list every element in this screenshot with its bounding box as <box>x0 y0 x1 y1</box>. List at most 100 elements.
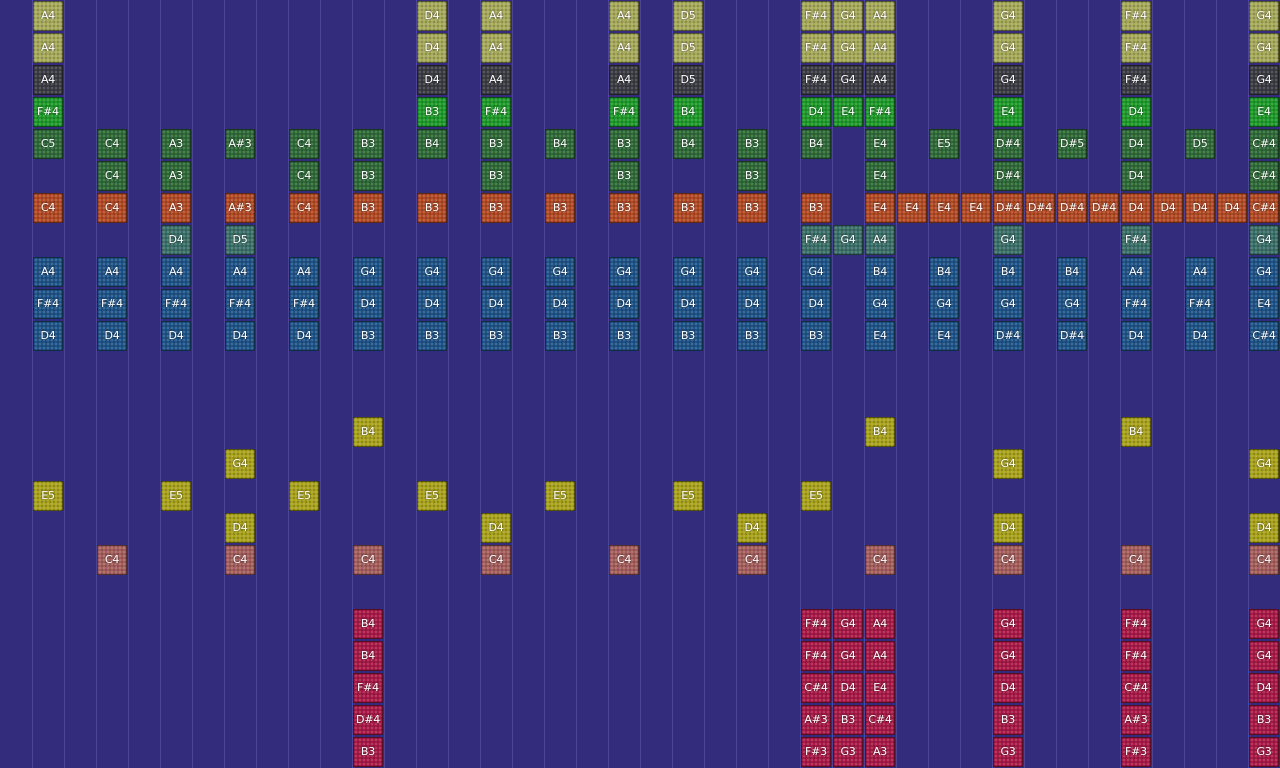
note-block[interactable]: E5 <box>161 481 191 511</box>
note-block[interactable]: D4 <box>225 513 255 543</box>
note-block[interactable]: C4 <box>225 545 255 575</box>
note-block[interactable]: D#4 <box>993 129 1023 159</box>
note-block[interactable]: F#4 <box>801 1 831 31</box>
note-block[interactable]: G4 <box>929 289 959 319</box>
note-block[interactable]: A4 <box>865 33 895 63</box>
note-block[interactable]: G4 <box>993 225 1023 255</box>
note-block[interactable]: C4 <box>481 545 511 575</box>
note-block[interactable]: D4 <box>161 321 191 351</box>
note-block[interactable]: A4 <box>1185 257 1215 287</box>
note-block[interactable]: A4 <box>865 1 895 31</box>
note-block[interactable]: D5 <box>673 33 703 63</box>
note-block[interactable]: B4 <box>353 417 383 447</box>
note-block[interactable]: D#4 <box>993 321 1023 351</box>
note-block[interactable]: B3 <box>737 129 767 159</box>
note-block[interactable]: G4 <box>1249 641 1279 671</box>
note-block[interactable]: B3 <box>609 129 639 159</box>
note-block[interactable]: B3 <box>353 129 383 159</box>
note-block[interactable]: B3 <box>609 161 639 191</box>
note-block[interactable]: A#3 <box>225 193 255 223</box>
note-block[interactable]: G4 <box>865 289 895 319</box>
note-block[interactable]: D5 <box>673 65 703 95</box>
note-block[interactable]: G4 <box>1249 609 1279 639</box>
note-block[interactable]: A4 <box>609 1 639 31</box>
note-block[interactable]: A3 <box>161 193 191 223</box>
note-block[interactable]: D#4 <box>1025 193 1055 223</box>
note-block[interactable]: B3 <box>481 129 511 159</box>
note-block[interactable]: E5 <box>545 481 575 511</box>
note-block[interactable]: B4 <box>353 609 383 639</box>
note-block[interactable]: E4 <box>865 673 895 703</box>
note-block[interactable]: D4 <box>1121 129 1151 159</box>
note-block[interactable]: B3 <box>353 737 383 767</box>
note-block[interactable]: C#4 <box>1249 161 1279 191</box>
note-block[interactable]: C4 <box>865 545 895 575</box>
note-block[interactable]: G4 <box>481 257 511 287</box>
note-block[interactable]: E4 <box>929 321 959 351</box>
note-block[interactable]: G4 <box>993 33 1023 63</box>
note-block[interactable]: G3 <box>833 737 863 767</box>
note-block[interactable]: F#4 <box>801 65 831 95</box>
note-block[interactable]: B3 <box>673 193 703 223</box>
note-block[interactable]: E4 <box>993 97 1023 127</box>
note-block[interactable]: C4 <box>289 161 319 191</box>
note-block[interactable]: A4 <box>33 1 63 31</box>
note-block[interactable]: F#4 <box>1121 33 1151 63</box>
note-block[interactable]: F#4 <box>289 289 319 319</box>
note-block[interactable]: C#4 <box>1249 321 1279 351</box>
note-block[interactable]: D4 <box>481 289 511 319</box>
note-block[interactable]: C4 <box>97 193 127 223</box>
note-block[interactable]: A4 <box>481 65 511 95</box>
note-block[interactable]: E4 <box>897 193 927 223</box>
note-block[interactable]: E5 <box>929 129 959 159</box>
note-block[interactable]: E4 <box>865 129 895 159</box>
note-block[interactable]: D4 <box>33 321 63 351</box>
note-grid[interactable]: A4 D4 A4 A4 D5 F#4 G4 A4 G4 F#4 G4 A4 D4 A4 A4 D5 F#4 G4 A… <box>0 0 1280 768</box>
note-block[interactable]: C4 <box>993 545 1023 575</box>
note-block[interactable]: D#4 <box>353 705 383 735</box>
note-block[interactable]: B3 <box>353 193 383 223</box>
note-block[interactable]: D4 <box>1217 193 1247 223</box>
note-block[interactable]: B3 <box>417 193 447 223</box>
note-block[interactable]: D4 <box>289 321 319 351</box>
note-block[interactable]: G4 <box>993 289 1023 319</box>
note-block[interactable]: C5 <box>33 129 63 159</box>
note-block[interactable]: E4 <box>833 97 863 127</box>
note-block[interactable]: C4 <box>33 193 63 223</box>
note-block[interactable]: D4 <box>417 65 447 95</box>
note-block[interactable]: A3 <box>161 161 191 191</box>
note-block[interactable]: C#4 <box>865 705 895 735</box>
note-block[interactable]: D4 <box>481 513 511 543</box>
note-block[interactable]: B4 <box>353 641 383 671</box>
note-block[interactable]: D4 <box>417 1 447 31</box>
note-block[interactable]: D#4 <box>993 193 1023 223</box>
note-block[interactable]: C4 <box>609 545 639 575</box>
note-block[interactable]: G4 <box>993 641 1023 671</box>
note-block[interactable]: A4 <box>161 257 191 287</box>
note-block[interactable]: F#4 <box>225 289 255 319</box>
note-block[interactable]: G4 <box>1249 449 1279 479</box>
note-block[interactable]: B3 <box>545 321 575 351</box>
note-block[interactable]: F#4 <box>609 97 639 127</box>
note-block[interactable]: G3 <box>1249 737 1279 767</box>
note-block[interactable]: C4 <box>97 545 127 575</box>
note-block[interactable]: F#4 <box>801 641 831 671</box>
note-block[interactable]: F#4 <box>481 97 511 127</box>
note-block[interactable]: B4 <box>865 257 895 287</box>
note-block[interactable]: E5 <box>289 481 319 511</box>
note-block[interactable]: A4 <box>225 257 255 287</box>
note-block[interactable]: D4 <box>1121 97 1151 127</box>
note-block[interactable]: F#4 <box>1121 65 1151 95</box>
note-block[interactable]: B3 <box>417 97 447 127</box>
note-block[interactable]: G4 <box>225 449 255 479</box>
note-block[interactable]: B4 <box>865 417 895 447</box>
note-block[interactable]: B3 <box>833 705 863 735</box>
note-block[interactable]: G4 <box>353 257 383 287</box>
note-block[interactable]: B4 <box>545 129 575 159</box>
note-block[interactable]: F#4 <box>865 97 895 127</box>
note-block[interactable]: D4 <box>417 289 447 319</box>
note-block[interactable]: G4 <box>993 1 1023 31</box>
note-block[interactable]: A4 <box>33 65 63 95</box>
note-block[interactable]: D4 <box>673 289 703 319</box>
note-block[interactable]: B4 <box>673 129 703 159</box>
